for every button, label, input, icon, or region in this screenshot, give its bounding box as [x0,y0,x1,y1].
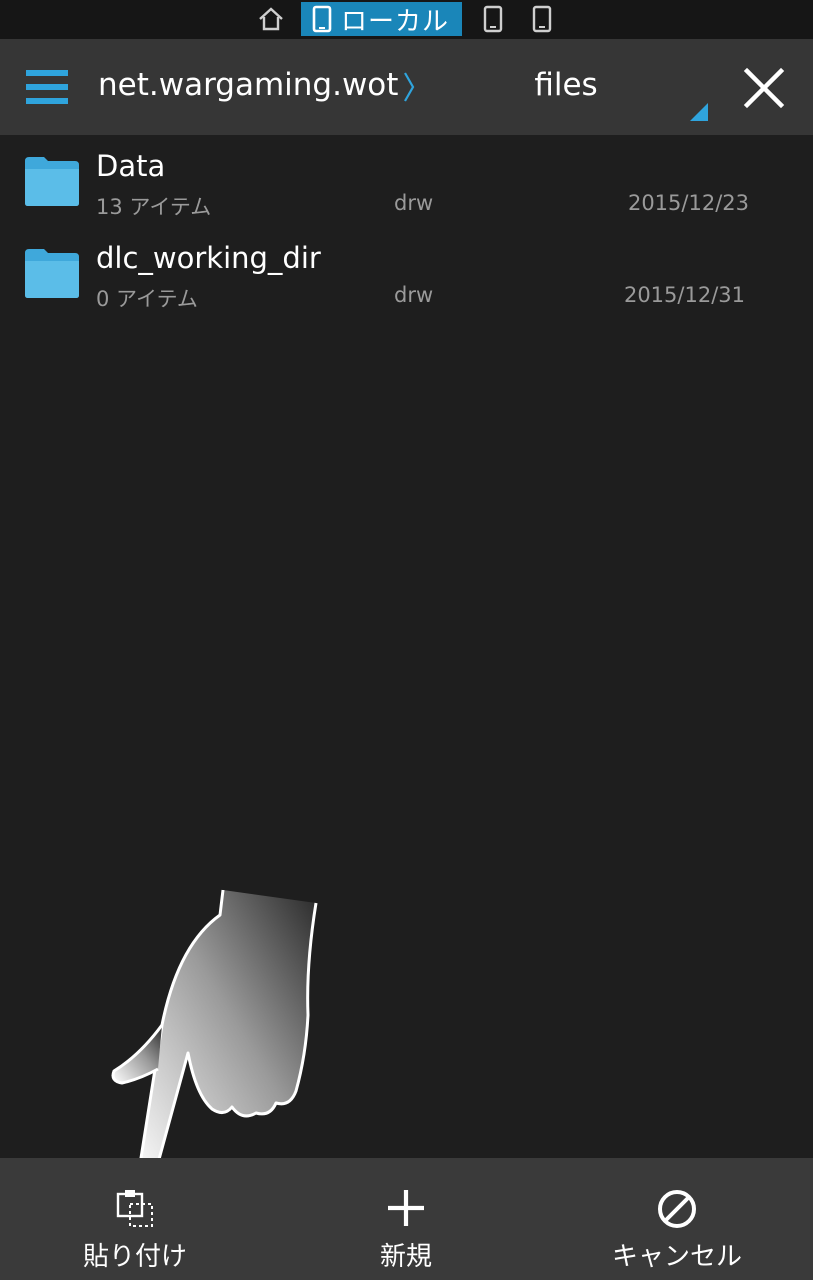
file-date: 2015/12/31 [623,283,745,307]
file-name: dlc_working_dir [96,241,321,275]
paste-icon [116,1190,153,1227]
file-item-count: 0 アイテム [96,287,198,311]
device-icon[interactable] [530,4,554,34]
breadcrumb-current[interactable]: files [470,67,662,107]
file-manager-screen: ローカル net.wargaming.wot... files Data 13 … [0,0,813,1280]
action-bar: 貼り付け 新規 キャンセル [0,1158,813,1280]
folder-icon [25,157,79,206]
file-date: 2015/12/23 [627,191,749,215]
header-bar: net.wargaming.wot... files [0,39,813,135]
cancel-icon [658,1190,696,1228]
plus-icon [388,1190,424,1226]
cancel-button[interactable]: キャンセル [577,1158,777,1280]
device-icon [312,5,332,33]
home-icon[interactable] [256,5,286,33]
close-icon[interactable] [741,65,787,111]
paste-button[interactable]: 貼り付け [40,1158,230,1280]
cancel-label: キャンセル [611,1242,742,1272]
new-button[interactable]: 新規 [311,1158,501,1280]
location-local-label: ローカル [341,6,450,37]
location-local-tab[interactable]: ローカル [301,2,462,37]
paste-label: 貼り付け [82,1242,187,1272]
file-name: Data [96,149,166,183]
device-icon[interactable] [481,4,505,34]
breadcrumb-parent[interactable]: net.wargaming.wot... [98,67,398,107]
hamburger-icon[interactable] [26,70,68,104]
dropdown-corner-icon[interactable] [690,103,708,121]
file-item-count: 13 アイテム [96,195,212,219]
location-strip: ローカル [0,0,813,39]
chevron-right-icon [404,72,415,102]
folder-icon [25,249,79,298]
list-item[interactable]: dlc_working_dir 0 アイテム drw 2015/12/31 [0,227,813,319]
file-permissions: drw [394,191,434,215]
list-item[interactable]: Data 13 アイテム drw 2015/12/23 [0,135,813,227]
file-permissions: drw [394,283,434,307]
new-label: 新規 [379,1242,432,1272]
